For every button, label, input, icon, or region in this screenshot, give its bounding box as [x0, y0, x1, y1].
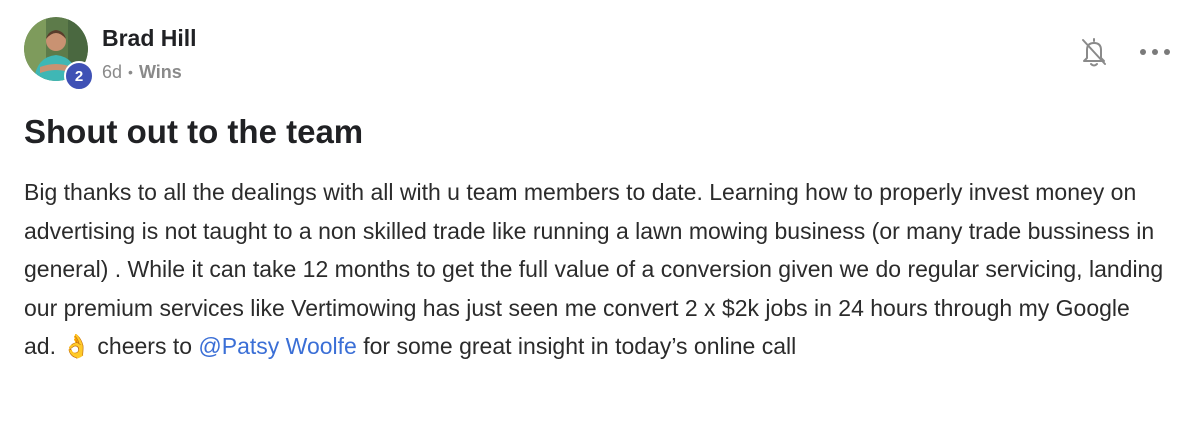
more-dot: [1152, 49, 1158, 55]
post-body-text: Big thanks to all the dealings with all …: [24, 179, 1164, 359]
ok-hand-emoji: 👌: [62, 334, 92, 360]
more-dot: [1140, 49, 1146, 55]
post-meta: 6d • Wins: [102, 60, 182, 84]
level-badge: 2: [64, 61, 94, 91]
avatar[interactable]: 2: [24, 17, 94, 91]
more-horizontal-icon[interactable]: [1140, 42, 1170, 62]
post-category[interactable]: Wins: [139, 60, 182, 84]
post-time: 6d: [102, 62, 123, 82]
meta-separator: •: [128, 64, 133, 80]
post-title: Shout out to the team: [24, 113, 364, 150]
author-name[interactable]: Brad Hill: [102, 24, 197, 52]
post-body-text-end: for some great insight in today’s online…: [356, 333, 797, 359]
more-dot: [1164, 49, 1170, 55]
post-card: 2 Brad Hill 6d • Wins Shout out to the t…: [0, 0, 1180, 426]
post-body-text-mid: cheers to: [91, 333, 199, 359]
post-body: Big thanks to all the dealings with all …: [24, 173, 1164, 367]
bell-off-icon[interactable]: [1080, 36, 1108, 68]
mention-link[interactable]: @Patsy Woolfe: [198, 333, 356, 359]
